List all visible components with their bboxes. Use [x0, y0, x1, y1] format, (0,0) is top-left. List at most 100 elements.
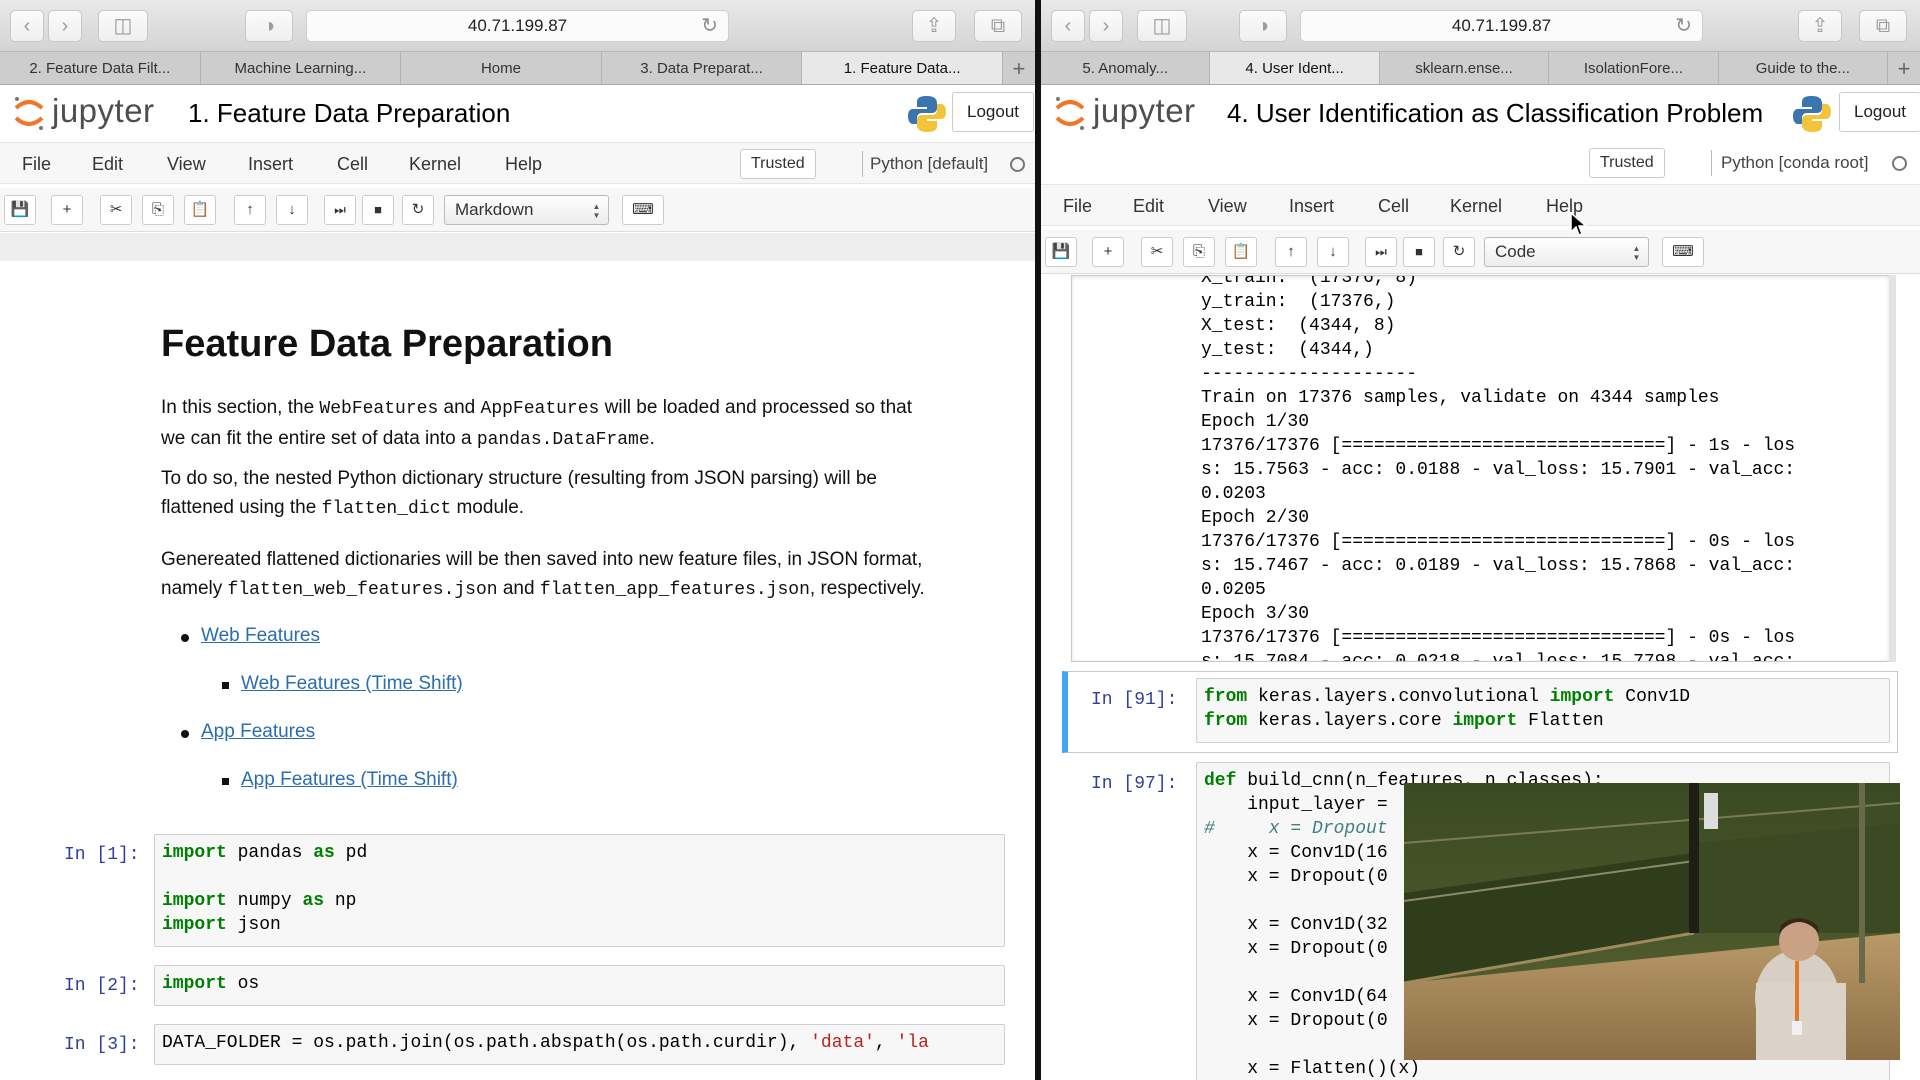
notebook-title[interactable]: 4. User Identification as Classification…	[1227, 98, 1763, 129]
browser-tab[interactable]: Home	[401, 52, 602, 84]
menu-cell[interactable]: Cell	[337, 143, 368, 185]
output-line: 0.0203	[1201, 484, 1266, 504]
tabs-icon: ⧉	[1875, 15, 1891, 37]
code-line: DATA_FOLDER = os.path.join(os.path.abspa…	[162, 1031, 997, 1055]
code-line: import os	[162, 972, 997, 996]
insert-cell-button[interactable]: +	[1092, 237, 1124, 267]
browser-tab[interactable]: 4. User Ident...	[1210, 52, 1380, 84]
cell-output-scroll-area[interactable]: X_train: (17376, 8) y_train: (17376,) X_te…	[1071, 275, 1890, 662]
restart-kernel-button[interactable]: ↻	[402, 195, 434, 225]
tabs-overview-button[interactable]: ⧉	[974, 10, 1022, 42]
menu-insert[interactable]: Insert	[1289, 185, 1334, 227]
logout-button[interactable]: Logout	[1839, 92, 1920, 132]
trusted-indicator[interactable]: Trusted	[740, 149, 816, 179]
shield-icon: ◑	[1256, 15, 1270, 37]
menu-edit[interactable]: Edit	[92, 143, 123, 185]
save-button[interactable]: 💾	[4, 195, 36, 225]
menu-insert[interactable]: Insert	[248, 143, 293, 185]
code-cell-input[interactable]: import os	[154, 965, 1005, 1006]
keyboard-icon: ⌨	[632, 201, 654, 218]
menu-view[interactable]: View	[1208, 185, 1247, 227]
paste-button[interactable]: 📋	[1225, 237, 1257, 267]
address-bar[interactable]: 40.71.199.87 ↻	[306, 10, 729, 42]
browser-tab[interactable]: 5. Anomaly...	[1041, 52, 1211, 84]
output-line: 17376/17376 [===========================…	[1201, 532, 1796, 552]
reload-icon[interactable]: ↻	[701, 11, 718, 41]
code-cell-input[interactable]: DATA_FOLDER = os.path.join(os.path.abspa…	[154, 1024, 1005, 1065]
cell-output-text: X_train: (17376, 8) y_train: (17376,) X_te…	[1201, 276, 1796, 661]
menu-kernel[interactable]: Kernel	[409, 143, 461, 185]
back-button[interactable]: ‹	[10, 10, 44, 42]
menu-view[interactable]: View	[167, 143, 206, 185]
cell-type-select[interactable]: Markdown ▲▼	[444, 195, 609, 225]
share-icon: ⇪	[1811, 15, 1829, 37]
reload-icon[interactable]: ↻	[1675, 11, 1692, 41]
save-icon: 💾	[1051, 243, 1071, 260]
output-scrollbar[interactable]	[1889, 275, 1896, 662]
copy-button[interactable]: ⎘	[142, 195, 174, 225]
sidebar-toggle-button[interactable]: ◫	[1137, 10, 1187, 42]
paste-button[interactable]: 📋	[184, 195, 216, 225]
browser-tab[interactable]: sklearn.ense...	[1380, 52, 1550, 84]
menu-edit[interactable]: Edit	[1133, 185, 1164, 227]
browser-toolbar: ‹ › ◫ ◑ 40.71.199.87 ↻ ⇪ ⧉	[0, 0, 1035, 52]
menu-help[interactable]: Help	[505, 143, 542, 185]
browser-tab[interactable]: IsolationFore...	[1549, 52, 1719, 84]
tabs-overview-button[interactable]: ⧉	[1859, 10, 1907, 42]
menu-kernel[interactable]: Kernel	[1450, 185, 1502, 227]
python-logo-icon	[1793, 96, 1831, 132]
code-token: input_layer =	[1204, 795, 1399, 815]
link-app-features[interactable]: App Features	[201, 721, 315, 742]
back-button[interactable]: ‹	[1051, 10, 1085, 42]
link-web-features-time-shift[interactable]: Web Features (Time Shift)	[241, 673, 463, 694]
interrupt-kernel-button[interactable]: ■	[1403, 237, 1435, 267]
cell-prompt: In [3]:	[64, 1035, 140, 1055]
code-token: as	[302, 891, 325, 911]
new-tab-icon[interactable]: +	[1888, 52, 1920, 84]
cell-type-select[interactable]: Code ▲▼	[1484, 237, 1649, 267]
browser-tab[interactable]: 2. Feature Data Filt...	[0, 52, 201, 84]
notebook-title[interactable]: 1. Feature Data Preparation	[188, 98, 510, 129]
forward-button[interactable]: ›	[1089, 10, 1123, 42]
cut-button[interactable]: ✂	[100, 195, 132, 225]
insert-cell-button[interactable]: +	[51, 195, 83, 225]
browser-tab[interactable]: 3. Data Preparat...	[602, 52, 803, 84]
menu-file[interactable]: File	[22, 143, 51, 185]
share-button[interactable]: ⇪	[1798, 10, 1842, 42]
privacy-report-button[interactable]: ◑	[1239, 10, 1287, 42]
code-cell-input[interactable]: from keras.layers.convolutional import C…	[1196, 678, 1890, 743]
link-app-features-time-shift[interactable]: App Features (Time Shift)	[241, 769, 458, 790]
move-up-button[interactable]: ↑	[234, 195, 266, 225]
address-bar[interactable]: 40.71.199.87 ↻	[1300, 10, 1703, 42]
trusted-indicator[interactable]: Trusted	[1589, 148, 1665, 178]
share-icon: ⇪	[925, 15, 943, 37]
move-up-button[interactable]: ↑	[1275, 237, 1307, 267]
move-down-button[interactable]: ↓	[276, 195, 308, 225]
new-tab-icon[interactable]: +	[1003, 52, 1035, 84]
run-cell-button[interactable]: ⏭	[324, 195, 356, 225]
privacy-report-button[interactable]: ◑	[245, 10, 293, 42]
browser-tab[interactable]: Guide to the...	[1719, 52, 1889, 84]
interrupt-kernel-button[interactable]: ■	[362, 195, 394, 225]
command-palette-button[interactable]: ⌨	[1662, 237, 1704, 267]
logout-button[interactable]: Logout	[952, 92, 1034, 132]
sidebar-toggle-button[interactable]: ◫	[98, 10, 148, 42]
url-text: 40.71.199.87	[1451, 16, 1552, 35]
code-cell-input[interactable]: import pandas as pd import numpy as np imp…	[154, 834, 1005, 947]
copy-button[interactable]: ⎘	[1183, 237, 1215, 267]
save-button[interactable]: 💾	[1045, 237, 1077, 267]
forward-button[interactable]: ›	[48, 10, 82, 42]
share-button[interactable]: ⇪	[912, 10, 956, 42]
browser-tab[interactable]: Machine Learning...	[201, 52, 402, 84]
browser-tab[interactable]: 1. Feature Data...	[802, 52, 1003, 84]
code-line: import numpy as np	[162, 889, 997, 913]
run-cell-button[interactable]: ⏭	[1365, 237, 1397, 267]
restart-kernel-button[interactable]: ↻	[1443, 237, 1475, 267]
link-web-features[interactable]: Web Features	[201, 625, 320, 646]
move-down-button[interactable]: ↓	[1317, 237, 1349, 267]
menu-file[interactable]: File	[1063, 185, 1092, 227]
command-palette-button[interactable]: ⌨	[622, 195, 664, 225]
menu-cell[interactable]: Cell	[1378, 185, 1409, 227]
cut-button[interactable]: ✂	[1141, 237, 1173, 267]
code-token: import	[1549, 687, 1615, 707]
